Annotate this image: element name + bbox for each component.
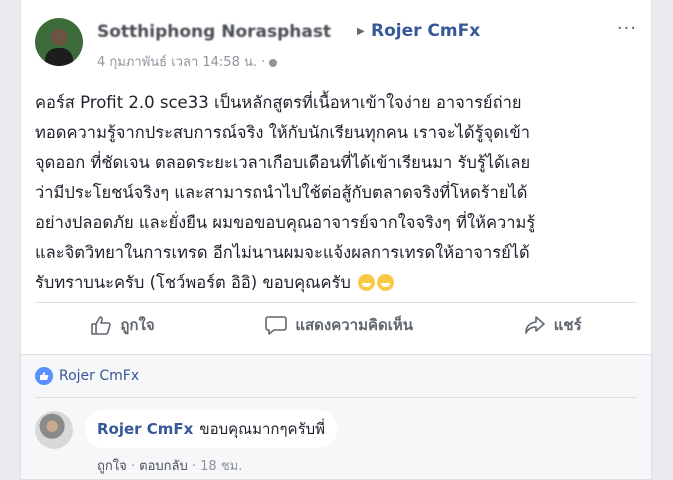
divider	[35, 302, 637, 303]
divider	[35, 397, 637, 398]
comment-reply-link[interactable]: ตอบกลับ	[139, 459, 188, 474]
comment-bubble: Rojer CmFx ขอบคุณมากๆครับพี่	[85, 410, 338, 448]
post-timestamp[interactable]: 4 กุมภาพันธ์ เวลา 14:58 น. ·	[97, 51, 278, 72]
post-line-last: รับทราบนะครับ (โชว์พอร์ต อิอิ) ขอบคุณครั…	[35, 268, 635, 298]
timestamp-text: 4 กุมภาพันธ์ เวลา 14:58 น. ·	[97, 55, 266, 70]
post-card: Sotthiphong Norasphast ▶ Rojer CmFx 4 กุ…	[20, 0, 652, 480]
likes-summary[interactable]: Rojer CmFx	[35, 367, 139, 385]
page-name-link[interactable]: Rojer CmFx	[371, 21, 480, 41]
like-badge-icon	[35, 367, 53, 385]
comments-section: Rojer CmFx Rojer CmFx ขอบคุณมากๆครับพี่ …	[21, 354, 651, 479]
author-name[interactable]: Sotthiphong Norasphast	[97, 22, 331, 42]
post-line: และจิตวิทยาในการเทรด อีกไม่นานผมจะแจ้งผล…	[35, 243, 530, 262]
comment-icon	[265, 316, 288, 335]
grinning-face-icon	[377, 274, 395, 291]
globe-icon	[269, 58, 278, 67]
post-line: รับทราบนะครับ (โชว์พอร์ต อิอิ) ขอบคุณครั…	[35, 273, 351, 292]
post-line: จุดออก ที่ชัดเจน ตลอดระยะเวลาเกือบเดือนท…	[35, 153, 531, 172]
commenter-name[interactable]: Rojer CmFx	[97, 420, 193, 438]
commenter-avatar[interactable]	[35, 411, 73, 449]
post-line: ทอดความรู้จากประสบการณ์จริง ให้กับนักเรี…	[35, 123, 531, 142]
comment-time[interactable]: 18 ชม.	[200, 459, 242, 474]
post-actions: ถูกใจ แสดงความคิดเห็น แชร์	[35, 307, 637, 343]
post-header: Sotthiphong Norasphast ▶ Rojer CmFx 4 กุ…	[35, 18, 637, 70]
separator: ·	[130, 459, 135, 474]
comment-button[interactable]: แสดงความคิดเห็น	[265, 313, 413, 337]
separator: ·	[191, 459, 197, 474]
post-line: อย่างปลอดภัย และยั่งยืน ผมขอขอบคุณอาจารย…	[35, 213, 536, 232]
arrow-right-icon: ▶	[357, 26, 365, 37]
like-button[interactable]: ถูกใจ	[90, 313, 155, 337]
post-line: ว่ามีประโยชน์จริงๆ และสามารถนำไปใช้ต่อสู…	[35, 183, 528, 202]
thumbs-up-icon	[91, 316, 112, 335]
share-icon	[524, 316, 545, 334]
comment-like-link[interactable]: ถูกใจ	[97, 459, 127, 474]
liker-name: Rojer CmFx	[59, 368, 140, 384]
share-label: แชร์	[553, 316, 582, 334]
author-avatar[interactable]	[35, 18, 83, 66]
like-label: ถูกใจ	[120, 316, 155, 334]
post-body: คอร์ส Profit 2.0 sce33 เป็นหลักสูตรที่เน…	[35, 88, 635, 298]
comment-actions: ถูกใจ · ตอบกลับ · 18 ชม.	[97, 455, 242, 476]
share-button[interactable]: แชร์	[524, 313, 582, 337]
comment-label: แสดงความคิดเห็น	[295, 316, 414, 334]
post-line: คอร์ส Profit 2.0 sce33 เป็นหลักสูตรที่เน…	[35, 93, 522, 112]
grinning-face-icon	[358, 274, 376, 291]
more-options-button[interactable]: ···	[617, 18, 637, 39]
comment-text: ขอบคุณมากๆครับพี่	[199, 420, 326, 438]
